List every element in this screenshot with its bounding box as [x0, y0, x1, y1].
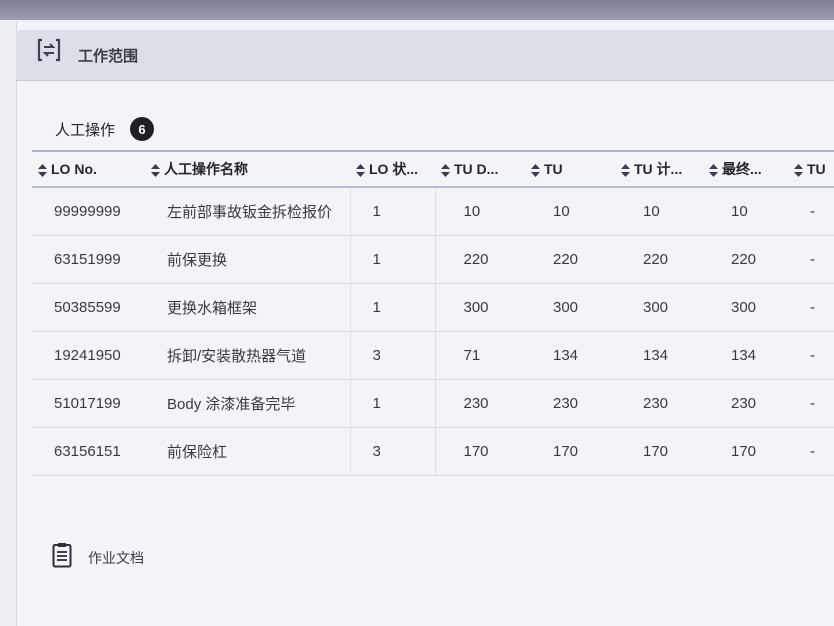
- header-label: TU: [807, 161, 826, 177]
- manual-ops-table: LO No. 人工操作名称 LO 状... TU D... TU TU 计... 最终...…: [32, 150, 834, 476]
- cell-tu: 220: [553, 250, 579, 268]
- cell-tu-d: 10: [434, 187, 525, 235]
- cell-lo-status: 3: [349, 331, 435, 379]
- cell-op-name: 拆卸/安装散热器气道: [167, 347, 307, 365]
- sort-icon[interactable]: [151, 163, 160, 177]
- cell-final: 10: [731, 202, 748, 220]
- table-row[interactable]: 51017199 Body 涂漆准备完毕 1 230 230 230 230-: [32, 379, 834, 427]
- cell-tu-calc: 10: [643, 202, 660, 220]
- sort-icon[interactable]: [356, 163, 365, 177]
- header-label: TU D...: [454, 161, 499, 177]
- cell-tu-calc: 220: [643, 250, 669, 268]
- header-lo-no[interactable]: LO No.: [32, 151, 145, 187]
- header-tu-calc[interactable]: TU 计...: [615, 151, 703, 187]
- sort-icon[interactable]: [38, 163, 47, 177]
- table-header-row: LO No. 人工操作名称 LO 状... TU D... TU TU 计... 最终...…: [32, 151, 834, 187]
- header-label: LO 状...: [369, 161, 418, 177]
- header-tu-d[interactable]: TU D...: [435, 151, 525, 187]
- cell-lo-status: 1: [349, 187, 435, 235]
- count-badge: 6: [130, 117, 154, 141]
- cell-op-name: 左前部事故钣金拆检报价: [167, 203, 333, 221]
- cell-lo-status: 1: [349, 283, 435, 331]
- sort-icon[interactable]: [621, 163, 630, 177]
- header-label: TU 计...: [634, 161, 683, 177]
- header-label: TU: [544, 161, 563, 177]
- cell-tu-calc: 134: [643, 346, 669, 364]
- cell-lo-no: 51017199: [54, 394, 121, 412]
- header-label: 最终...: [722, 161, 762, 177]
- header-lo-status[interactable]: LO 状...: [350, 151, 435, 187]
- table-row[interactable]: 63156151 前保险杠 3 170 170 170 170-: [32, 427, 834, 475]
- header-op-name[interactable]: 人工操作名称: [145, 151, 350, 187]
- cell-tu: 230: [553, 394, 579, 412]
- cell-lo-no: 99999999: [54, 202, 121, 220]
- cell-op-name: 前保更换: [167, 251, 228, 269]
- cell-tu-calc: 170: [643, 442, 669, 460]
- cell-lo-no: 63156151: [54, 442, 121, 460]
- work-docs-title[interactable]: 作业文档: [88, 548, 144, 568]
- header-label: 人工操作名称: [164, 161, 248, 177]
- header-final[interactable]: 最终...: [703, 151, 788, 187]
- manual-ops-title: 人工操作: [55, 122, 116, 139]
- cell-final: 230: [731, 394, 757, 412]
- cell-lo-status: 3: [349, 427, 435, 475]
- cell-tu-d: 220: [434, 235, 525, 283]
- section-header: [16, 30, 834, 81]
- table-row[interactable]: 50385599 更换水箱框架 1 300 300 300 300-: [32, 283, 834, 331]
- header-label: LO No.: [51, 161, 97, 177]
- table-body: 99999999 左前部事故钣金拆检报价 1 10 10 10 10-63151999 前保更…: [32, 187, 834, 475]
- clipboard-icon: [52, 543, 72, 568]
- cell-lo-status: 1: [349, 379, 435, 427]
- cell-op-name: 前保险杠: [167, 443, 228, 461]
- header-tu-extra[interactable]: TU: [788, 151, 834, 187]
- cell-final: 170: [731, 442, 757, 460]
- cell-tu: 170: [553, 442, 579, 460]
- cell-tu-extra: -: [810, 442, 815, 460]
- cell-tu-extra: -: [810, 250, 815, 268]
- cell-lo-no: 63151999: [54, 250, 121, 268]
- cell-tu-extra: -: [810, 298, 815, 316]
- cell-tu-extra: -: [810, 346, 815, 364]
- cell-tu-calc: 230: [643, 394, 669, 412]
- header-tu[interactable]: TU: [525, 151, 615, 187]
- cell-tu: 134: [553, 346, 579, 364]
- table-row[interactable]: 19241950 拆卸/安装散热器气道 3 71 134 134 134 -: [32, 331, 834, 379]
- cell-tu-d: 230: [434, 379, 525, 427]
- table-row[interactable]: 63151999 前保更换 1 220 220 220 220-: [32, 235, 834, 283]
- cell-tu-d: 300: [434, 283, 525, 331]
- sort-icon[interactable]: [441, 163, 450, 177]
- table-row[interactable]: 99999999 左前部事故钣金拆检报价 1 10 10 10 10-: [32, 187, 834, 235]
- cell-lo-status: 1: [349, 235, 435, 283]
- cell-op-name: Body 涂漆准备完毕: [167, 395, 296, 413]
- cell-final: 220: [731, 250, 757, 268]
- sort-icon[interactable]: [794, 163, 803, 177]
- cell-lo-no: 19241950: [54, 346, 121, 364]
- cell-tu-d: 71: [434, 331, 525, 379]
- sort-icon[interactable]: [709, 163, 718, 177]
- cell-tu: 300: [553, 298, 579, 316]
- cell-lo-no: 50385599: [54, 298, 121, 316]
- scope-icon: [37, 38, 61, 62]
- cell-tu-calc: 300: [643, 298, 669, 316]
- cell-tu: 10: [553, 202, 570, 220]
- section-title: 工作范围: [78, 48, 139, 65]
- cell-tu-extra: -: [810, 202, 815, 220]
- cell-op-name: 更换水箱框架: [167, 299, 258, 317]
- cell-tu-d: 170: [434, 427, 525, 475]
- sort-icon[interactable]: [531, 163, 540, 177]
- window-top-bar: [0, 0, 834, 20]
- cell-final: 300: [731, 298, 757, 316]
- cell-tu-extra: -: [810, 394, 815, 412]
- cell-final: 134: [731, 346, 757, 364]
